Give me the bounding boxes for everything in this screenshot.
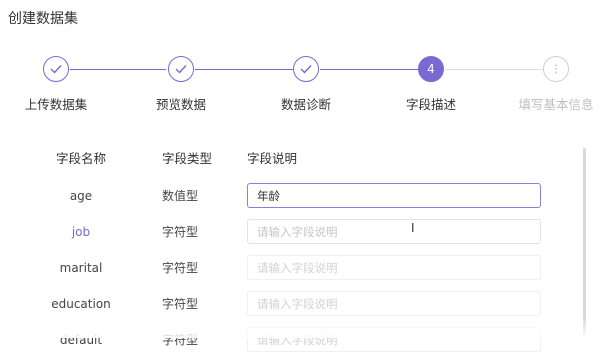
header-field-desc: 字段说明	[247, 151, 298, 166]
field-desc-input[interactable]	[247, 183, 541, 208]
step-1-label: 上传数据集	[24, 97, 88, 112]
scrollbar[interactable]	[583, 148, 586, 338]
table-row: job 字符型	[0, 214, 580, 250]
step-2-label: 预览数据	[155, 97, 207, 112]
table-row: marital 字符型	[0, 250, 580, 286]
field-name[interactable]: job	[36, 214, 126, 250]
step-5-circle[interactable]	[543, 56, 569, 82]
ellipsis-icon	[555, 64, 557, 74]
check-icon	[300, 65, 312, 74]
field-type: 字符型	[162, 225, 199, 239]
table-row: age 数值型	[0, 178, 580, 214]
header-field-type: 字段类型	[162, 151, 213, 166]
step-1-circle[interactable]	[43, 56, 69, 82]
table-row: education 字符型	[0, 286, 580, 322]
scroll-fade	[0, 318, 612, 338]
field-type: 数值型	[162, 189, 199, 203]
step-4-label: 字段描述	[405, 97, 457, 112]
check-icon	[175, 65, 187, 74]
step-3-circle[interactable]	[293, 56, 319, 82]
check-icon	[50, 65, 62, 74]
header-field-name: 字段名称	[56, 151, 107, 166]
step-connector	[70, 69, 166, 70]
step-connector	[195, 69, 293, 70]
field-name: education	[51, 297, 111, 311]
stepper: 4 上传数据集 预览数据 数据诊断 字段描述 填写基本信息	[0, 56, 612, 116]
step-5-label: 填写基本信息	[518, 97, 594, 112]
field-type: 字符型	[162, 261, 199, 275]
page-title: 创建数据集	[8, 11, 78, 27]
step-3-label: 数据诊断	[280, 97, 332, 112]
field-desc-input[interactable]	[247, 255, 541, 280]
step-2-circle[interactable]	[168, 56, 194, 82]
step-4-circle[interactable]: 4	[418, 56, 444, 82]
step-connector	[445, 69, 543, 70]
text-cursor-icon: I	[411, 221, 415, 235]
step-connector	[320, 69, 418, 70]
step-4-number: 4	[427, 62, 435, 76]
field-type: 字符型	[162, 297, 199, 311]
field-name: age	[69, 189, 93, 203]
field-name: marital	[59, 261, 103, 275]
field-desc-input[interactable]	[247, 219, 541, 244]
field-desc-input[interactable]	[247, 291, 541, 316]
